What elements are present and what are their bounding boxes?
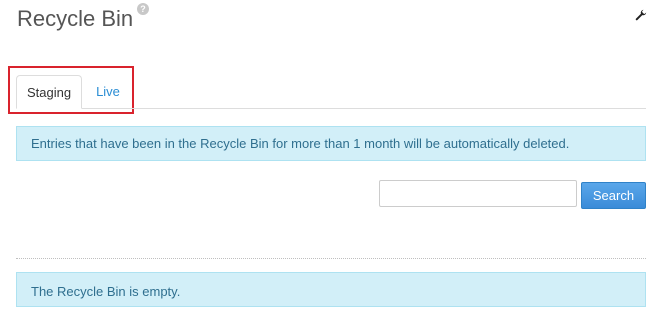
search-input[interactable] <box>379 180 577 207</box>
tab-live[interactable]: Live <box>86 75 130 109</box>
retention-notice: Entries that have been in the Recycle Bi… <box>16 126 646 161</box>
search-button[interactable]: Search <box>581 182 646 209</box>
tab-staging[interactable]: Staging <box>16 75 82 109</box>
section-divider <box>16 258 646 259</box>
wrench-icon[interactable] <box>635 9 647 21</box>
help-icon[interactable]: ? <box>137 3 149 15</box>
page-title: Recycle Bin <box>17 6 134 31</box>
empty-notice: The Recycle Bin is empty. <box>16 272 646 307</box>
